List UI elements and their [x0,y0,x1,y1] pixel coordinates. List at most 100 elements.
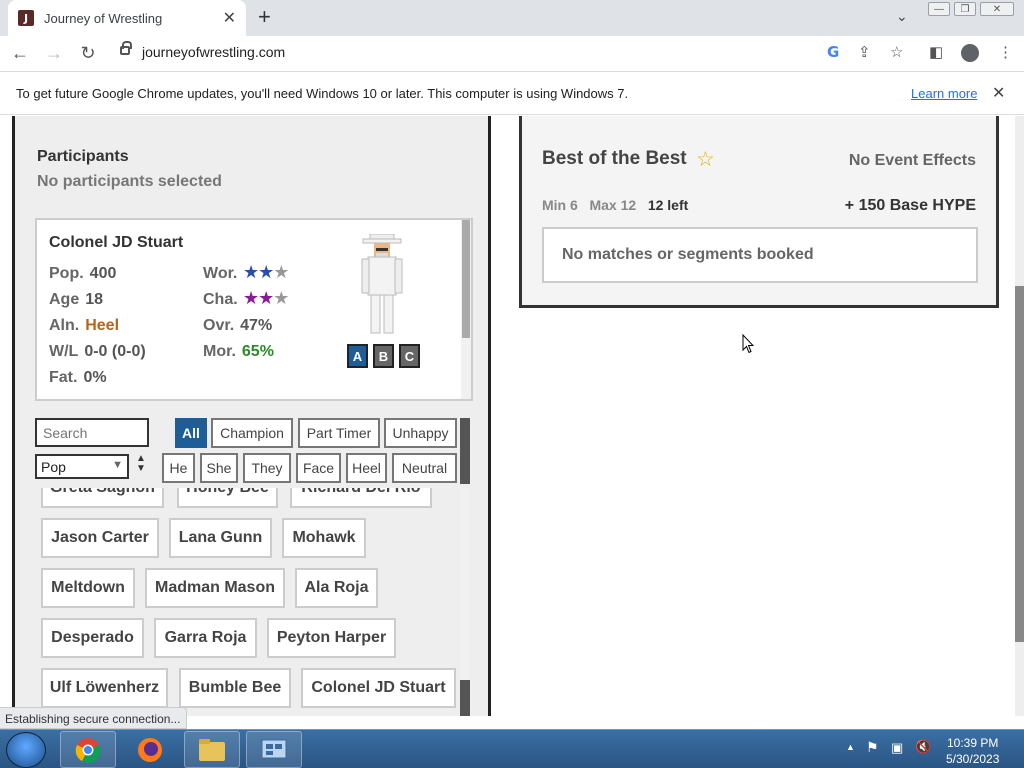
event-limits: Min 6 Max 12 12 left [542,197,689,213]
stat-alignment: Aln. Heel [49,317,120,334]
share-icon[interactable]: ⇪ [858,43,871,61]
stat-fatigue: Fat. 0% [49,369,107,386]
infobar-text: To get future Google Chrome updates, you… [16,85,629,101]
file-explorer-taskbar-icon[interactable] [184,731,240,768]
sort-order-icon[interactable]: ▲ ▼ [136,454,146,474]
start-button-icon[interactable] [6,732,46,768]
filter-part-timer-button[interactable]: Part Timer [298,418,380,448]
roster-item[interactable]: Lana Gunn [169,518,272,558]
roster-scrollbar[interactable] [460,488,470,716]
tab-search-chevron-icon[interactable]: ⌄ [896,8,908,25]
tray-expand-icon[interactable]: ▲ [846,742,855,752]
filter-scrollbar[interactable] [460,418,470,484]
roster-item[interactable]: Ulf Löwenherz [41,668,168,708]
filter-all-button[interactable]: All [175,418,207,448]
more-menu-icon[interactable]: ⋮ [998,43,1013,61]
learn-more-link[interactable]: Learn more [911,86,977,101]
minimize-window-icon[interactable]: — [928,2,950,16]
reload-icon[interactable]: ↻ [74,43,102,64]
browser-tab-strip: J Journey of Wrestling ✕ + ⌄ — ❐ ✕ [0,0,1024,36]
lock-icon[interactable] [120,41,132,55]
filter-heel-button[interactable]: Heel [346,453,387,483]
card-scrollbar[interactable] [461,220,471,399]
update-infobar: To get future Google Chrome updates, you… [0,71,1024,115]
action-center-flag-icon[interactable]: ⚑ [866,739,879,756]
dropdown-arrow-icon: ▼ [112,459,123,471]
roster-item[interactable]: Colonel JD Stuart [301,668,456,708]
slot-b-button[interactable]: B [373,344,394,368]
network-icon[interactable]: ▣ [891,740,903,756]
roster-item[interactable]: Jason Carter [41,518,159,558]
participants-subtitle: No participants selected [37,173,222,190]
work-stars: ★★★ [243,262,289,282]
close-tab-icon[interactable]: ✕ [223,8,236,28]
roster-list: Greta Sagnon Honey Bee Richard Del Rio J… [35,488,473,716]
volume-muted-icon[interactable]: 🔇 [915,739,931,755]
profile-avatar-icon[interactable] [961,44,979,62]
chrome-taskbar-icon[interactable] [60,731,116,768]
roster-item[interactable]: Greta Sagnon [41,488,164,508]
status-bar: Establishing secure connection... [0,707,188,729]
event-effects: No Event Effects [848,152,976,169]
wrestler-card: Colonel JD Stuart Pop. 400 Age 18 Aln. Heel… [35,218,473,401]
new-tab-icon[interactable]: + [258,4,271,30]
restore-window-icon[interactable]: ❐ [954,2,976,16]
event-hype: + 150 Base HYPE [844,197,976,214]
roster-item[interactable]: Madman Mason [145,568,285,608]
participants-panel: Participants No participants selected Co… [12,116,491,716]
slot-c-button[interactable]: C [399,344,420,368]
close-window-icon[interactable]: ✕ [980,2,1014,16]
back-arrow-icon[interactable]: ← [6,43,34,64]
site-favicon-icon: J [18,10,34,26]
stat-morale: Mor. 65% [203,343,274,360]
roster-item[interactable]: Mohawk [282,518,366,558]
roster-item[interactable]: Garra Roja [154,618,257,658]
stat-age: Age 18 [49,291,104,308]
bookmark-star-icon[interactable]: ☆ [890,43,903,61]
event-card: Best of the Best ☆ No Event Effects Min … [519,116,999,308]
control-panel-taskbar-icon[interactable] [246,731,302,768]
address-bar[interactable]: journeyofwrestling.com [142,44,285,60]
google-icon[interactable]: G [827,43,839,61]
filter-neutral-button[interactable]: Neutral [392,453,457,483]
stat-charisma: Cha. [203,291,238,308]
roster-item[interactable]: Richard Del Rio [290,488,432,508]
roster-item[interactable]: Bumble Bee [179,668,291,708]
forward-arrow-icon[interactable]: → [40,43,68,64]
roster-item[interactable]: Ala Roja [295,568,378,608]
filter-she-button[interactable]: She [200,453,238,483]
favorite-star-icon[interactable]: ☆ [696,147,715,172]
taskbar-clock[interactable]: 10:39 PM 5/30/2023 [946,735,999,767]
filter-champion-button[interactable]: Champion [211,418,293,448]
roster-item[interactable]: Desperado [41,618,144,658]
booked-matches-box[interactable]: No matches or segments booked [542,227,978,283]
roster-item[interactable]: Meltdown [41,568,135,608]
filter-face-button[interactable]: Face [296,453,341,483]
stat-overall: Ovr. 47% [203,317,273,334]
clock-time: 10:39 PM [947,736,999,750]
event-title: Best of the Best [542,148,687,169]
charisma-stars: ★★★ [243,288,289,308]
tab-title: Journey of Wrestling [44,10,163,26]
filter-they-button[interactable]: They [243,453,291,483]
wrestler-sprite-icon [361,234,403,334]
page-content: Participants No participants selected Co… [0,116,1024,716]
roster-item[interactable]: Peyton Harper [267,618,396,658]
filter-he-button[interactable]: He [162,453,195,483]
mouse-cursor-icon [742,334,754,354]
slot-a-button[interactable]: A [347,344,368,368]
close-infobar-icon[interactable]: ✕ [992,83,1005,103]
clock-date: 5/30/2023 [946,752,1000,766]
roster-item[interactable]: Honey Bee [177,488,278,508]
sort-select[interactable]: Pop ▼ [35,454,129,479]
participants-title: Participants [37,148,129,165]
stat-win-loss: W/L 0-0 (0-0) [49,343,146,360]
search-input[interactable] [35,418,149,447]
stat-pop: Pop. 400 [49,265,117,282]
page-scrollbar[interactable] [1015,116,1024,716]
wrestler-name: Colonel JD Stuart [49,234,184,251]
filter-unhappy-button[interactable]: Unhappy [384,418,457,448]
firefox-taskbar-icon[interactable] [122,731,178,768]
browser-tab[interactable]: J Journey of Wrestling ✕ [8,0,246,36]
side-panel-icon[interactable]: ◧ [929,43,943,61]
